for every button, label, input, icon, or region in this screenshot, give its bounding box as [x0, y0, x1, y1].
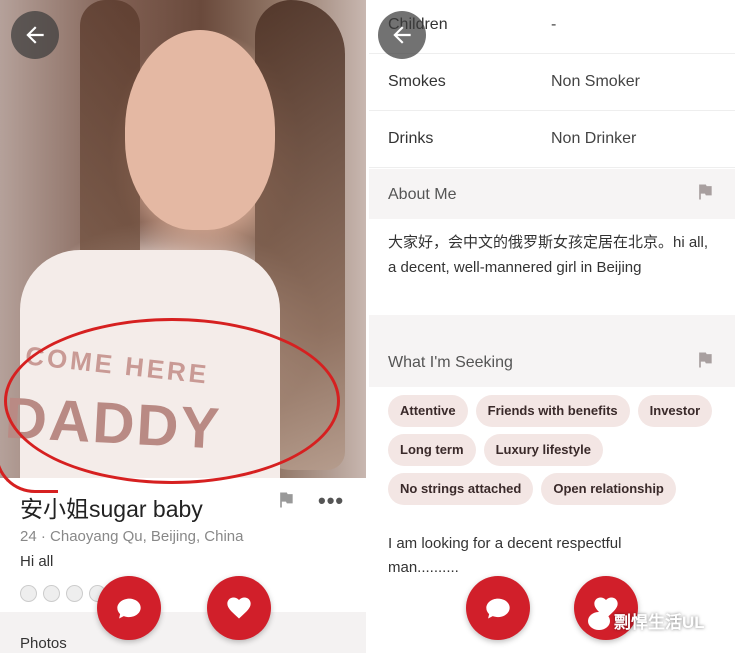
tag-chip: Open relationship — [541, 473, 676, 505]
detail-value: Non Smoker — [551, 73, 640, 90]
seeking-title: What I'm Seeking — [388, 354, 513, 371]
profile-photo[interactable]: COME HERE DADDY — [0, 0, 366, 493]
instagram-icon — [43, 585, 60, 602]
seeking-tags: Attentive Friends with benefits Investor… — [388, 395, 728, 505]
detail-label: Smokes — [388, 73, 446, 90]
chat-icon — [486, 598, 510, 619]
detail-row-smokes: Smokes Non Smoker — [369, 53, 735, 111]
detail-label: Drinks — [388, 130, 434, 147]
watermark-text: 剽悍生活UL — [614, 613, 705, 632]
photo-face — [125, 30, 275, 230]
heart-icon — [227, 597, 251, 619]
seeking-header: What I'm Seeking — [369, 337, 735, 387]
report-flag-icon[interactable] — [276, 490, 296, 515]
flag-icon[interactable] — [695, 350, 715, 375]
about-me-header: About Me — [369, 169, 735, 219]
detail-row-drinks: Drinks Non Drinker — [369, 110, 735, 168]
detail-value: Non Drinker — [551, 130, 637, 147]
profile-left-panel: COME HERE DADDY 安小姐sugar baby ••• 24 · C… — [0, 0, 366, 653]
tag-chip: Attentive — [388, 395, 468, 427]
tag-chip: Long term — [388, 434, 476, 466]
back-button[interactable] — [378, 11, 426, 59]
profile-meta: 24 · Chaoyang Qu, Beijing, China — [20, 528, 243, 545]
red-annotation-tail — [0, 440, 58, 493]
tag-chip: Investor — [637, 395, 713, 427]
flag-icon[interactable] — [695, 182, 715, 207]
profile-right-panel: Children - Smokes Non Smoker Drinks Non … — [369, 0, 735, 653]
chat-button[interactable] — [466, 576, 530, 640]
photos-label: Photos — [20, 635, 67, 652]
watermark: 剽悍生活UL — [588, 608, 705, 633]
about-me-text: 大家好，会中文的俄罗斯女孩定居在北京。hi all, a decent, wel… — [388, 234, 709, 276]
back-arrow-icon — [26, 26, 44, 44]
facebook-icon — [20, 585, 37, 602]
detail-value: - — [551, 16, 557, 33]
tag-chip: Friends with benefits — [475, 395, 630, 427]
profile-age: 24 — [20, 528, 37, 545]
back-arrow-icon — [393, 26, 411, 44]
chat-icon — [117, 598, 141, 619]
more-options-icon[interactable]: ••• — [318, 488, 344, 514]
chat-button[interactable] — [97, 576, 161, 640]
back-button[interactable] — [11, 11, 59, 59]
seeking-text: I am looking for a decent respectful man… — [388, 535, 622, 576]
verification-icons — [20, 585, 106, 602]
tag-chip: No strings attached — [388, 473, 534, 505]
profile-bio: Hi all — [20, 553, 54, 570]
tag-chip: Luxury lifestyle — [483, 434, 603, 466]
profile-location: · Chaoyang Qu, Beijing, China — [40, 528, 244, 545]
profile-name: 安小姐sugar baby — [20, 496, 203, 522]
wechat-icon — [588, 611, 610, 630]
id-card-icon — [66, 585, 83, 602]
like-button[interactable] — [207, 576, 271, 640]
about-me-title: About Me — [388, 186, 457, 203]
